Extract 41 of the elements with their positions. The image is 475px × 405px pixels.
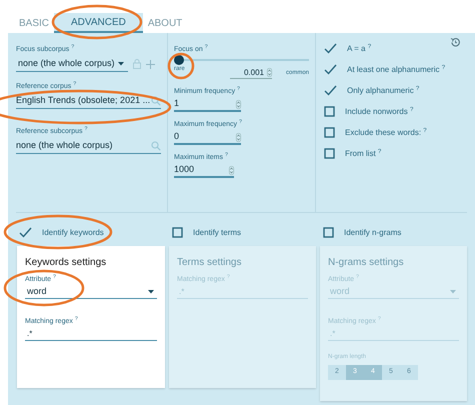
caret-icon[interactable] [118, 62, 124, 66]
reset-icon[interactable] [450, 37, 461, 48]
tab[interactable]: ADVANCED [54, 13, 143, 33]
section-label: Identify n-grams [344, 226, 402, 238]
tab[interactable]: BASIC [14, 13, 54, 33]
card-title: Keywords settings [25, 256, 108, 270]
tab[interactable]: ABOUT [142, 13, 188, 33]
option-label: Only alphanumeric $^{?}$ [347, 84, 420, 96]
option-label: Include nonwords $^{?}$ [345, 106, 414, 118]
spinner-icon[interactable] [229, 166, 234, 174]
check-icon[interactable] [19, 227, 32, 238]
select-field[interactable]: none (the whole corpus) [16, 56, 128, 72]
select-field[interactable]: word [25, 285, 157, 299]
option-label: At least one alphanumeric $^{?}$ [347, 64, 446, 76]
spinner-icon[interactable] [236, 132, 241, 142]
search-field[interactable]: English Trends (obsolete; 2021 ... [16, 93, 161, 109]
checkbox[interactable] [324, 148, 335, 159]
check-icon[interactable] [324, 64, 337, 75]
option-label: Exclude these words: $^{?}$ [345, 126, 427, 138]
checkbox[interactable] [324, 127, 335, 138]
number-field[interactable]: 0.001 [230, 67, 272, 79]
option-label: A = a $^{?}$ [347, 42, 372, 54]
check-icon[interactable] [324, 85, 337, 96]
number-field[interactable]: 1 [174, 98, 241, 112]
check-icon[interactable] [324, 43, 337, 54]
number-field[interactable]: 1000 [174, 164, 234, 178]
highlight-ellipse [168, 52, 194, 80]
checkbox[interactable] [172, 227, 183, 238]
spinner-icon[interactable] [267, 68, 272, 77]
section-label: Identify terms [193, 226, 242, 238]
caret-icon[interactable] [148, 290, 154, 294]
card-title: N-grams settings [328, 256, 405, 270]
number-field[interactable]: 0 [174, 131, 241, 145]
card-title: Terms settings [177, 256, 242, 270]
option-label: From list $^{?}$ [345, 148, 382, 160]
section-label: Identify keywords [42, 226, 104, 238]
input-field[interactable]: .* [25, 327, 157, 341]
search-field[interactable]: none (the whole corpus) [16, 138, 161, 154]
checkbox[interactable] [324, 106, 335, 117]
checkbox[interactable] [323, 227, 334, 238]
spinner-icon[interactable] [236, 100, 241, 108]
